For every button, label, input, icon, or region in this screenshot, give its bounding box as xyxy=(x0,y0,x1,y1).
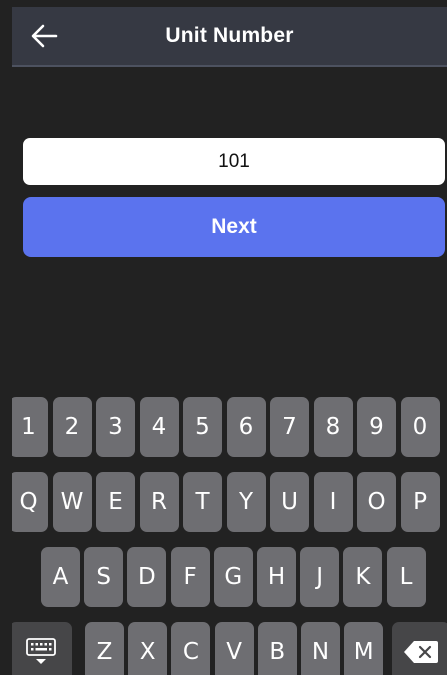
key-n[interactable]: N xyxy=(301,622,340,675)
backspace-icon xyxy=(404,641,438,663)
key-4[interactable]: 4 xyxy=(139,397,179,457)
key-f[interactable]: F xyxy=(170,547,210,607)
key-k[interactable]: K xyxy=(343,547,383,607)
key-b[interactable]: B xyxy=(257,622,297,675)
key-0[interactable]: 0 xyxy=(400,397,440,457)
key-h[interactable]: H xyxy=(257,547,296,607)
app-bar: Unit Number xyxy=(12,7,447,67)
key-q[interactable]: Q xyxy=(12,472,48,532)
key-s[interactable]: S xyxy=(84,547,124,607)
key-a[interactable]: A xyxy=(41,547,80,607)
key-t[interactable]: T xyxy=(183,472,222,532)
key-i[interactable]: I xyxy=(313,472,353,532)
key-u[interactable]: U xyxy=(270,472,309,532)
key-z[interactable]: Z xyxy=(85,622,124,675)
key-9[interactable]: 9 xyxy=(357,397,396,457)
key-1[interactable]: 1 xyxy=(12,397,48,457)
key-d[interactable]: D xyxy=(127,547,167,607)
key-7[interactable]: 7 xyxy=(270,397,309,457)
key-w[interactable]: W xyxy=(52,472,92,532)
key-2[interactable]: 2 xyxy=(52,397,92,457)
key-l[interactable]: L xyxy=(386,547,426,607)
key-r[interactable]: R xyxy=(139,472,179,532)
key-c[interactable]: C xyxy=(171,622,211,675)
hide-keyboard-key[interactable] xyxy=(12,622,72,675)
app-screen: Unit Number Next 1234567890 QWERTYUIOP ASD… xyxy=(12,7,447,675)
key-j[interactable]: J xyxy=(300,547,340,607)
keyboard-hide-icon xyxy=(25,638,56,664)
key-m[interactable]: M xyxy=(344,622,384,675)
key-y[interactable]: Y xyxy=(226,472,266,532)
on-screen-keyboard: 1234567890 QWERTYUIOP ASDFGHJKL ZXCVBNM xyxy=(12,387,447,675)
key-p[interactable]: P xyxy=(400,472,440,532)
key-3[interactable]: 3 xyxy=(96,397,135,457)
key-g[interactable]: G xyxy=(213,547,253,607)
unit-number-input[interactable] xyxy=(23,138,445,185)
backspace-key[interactable] xyxy=(392,622,447,675)
key-x[interactable]: X xyxy=(128,622,168,675)
key-5[interactable]: 5 xyxy=(183,397,222,457)
key-o[interactable]: O xyxy=(357,472,396,532)
next-button[interactable]: Next xyxy=(23,197,445,257)
key-e[interactable]: E xyxy=(96,472,135,532)
page-title: Unit Number xyxy=(165,24,294,47)
key-8[interactable]: 8 xyxy=(313,397,353,457)
key-v[interactable]: V xyxy=(214,622,254,675)
key-6[interactable]: 6 xyxy=(226,397,266,457)
